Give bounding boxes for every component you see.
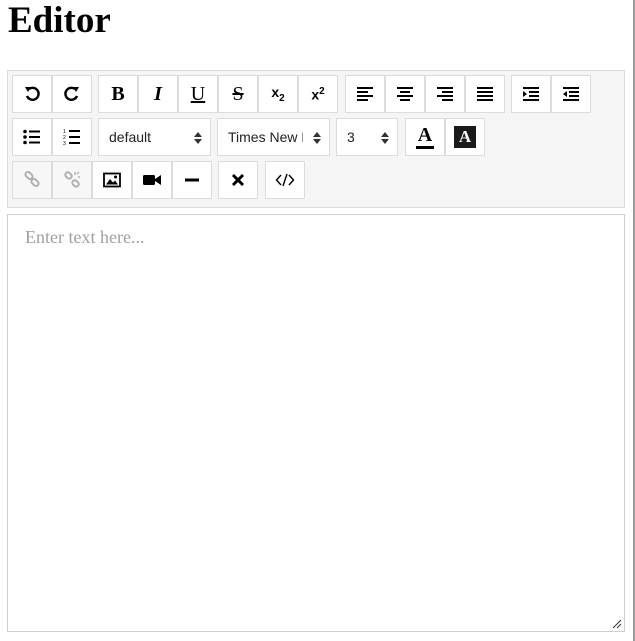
strikethrough-button[interactable]: S [218, 75, 258, 113]
align-left-icon [357, 87, 373, 101]
align-center-button[interactable] [385, 75, 425, 113]
justify-button[interactable] [465, 75, 505, 113]
format-select[interactable]: default [98, 118, 211, 156]
indent-icon [523, 87, 539, 101]
svg-text:3: 3 [63, 141, 66, 146]
image-button[interactable] [92, 161, 132, 199]
size-select[interactable]: 3 [336, 118, 398, 156]
underline-button[interactable]: U [178, 75, 218, 113]
italic-label: I [154, 83, 162, 105]
editor-toolbar: B I U S x2 x2 1 2 3 default Times New 3 … [7, 70, 625, 208]
bullet-list-button[interactable] [12, 118, 52, 156]
bold-button[interactable]: B [98, 75, 138, 113]
size-select-value: 3 [347, 129, 355, 145]
select-arrows-icon [313, 132, 321, 144]
source-code-button[interactable] [265, 161, 305, 199]
outdent-icon [563, 87, 579, 101]
horizontal-rule-icon [185, 178, 199, 182]
undo-button[interactable] [12, 75, 52, 113]
align-right-icon [437, 87, 453, 101]
align-left-button[interactable] [345, 75, 385, 113]
superscript-label: x2 [311, 85, 325, 103]
select-arrows-icon [194, 132, 202, 144]
editor-placeholder: Enter text here... [25, 227, 145, 247]
format-select-value: default [109, 129, 152, 145]
font-select[interactable]: Times New Roman [217, 118, 330, 156]
unlink-icon [64, 171, 80, 188]
select-arrows-icon [381, 132, 389, 144]
indent-button[interactable] [511, 75, 551, 113]
italic-button[interactable]: I [138, 75, 178, 113]
justify-icon [477, 87, 493, 101]
outdent-button[interactable] [551, 75, 591, 113]
bullet-list-icon [23, 129, 40, 145]
background-color-label: A [454, 126, 476, 148]
page-title: Editor [8, 0, 111, 41]
font-color-button[interactable]: A [405, 118, 445, 156]
redo-icon [64, 86, 79, 101]
font-color-label: A [415, 125, 435, 149]
redo-button[interactable] [52, 75, 92, 113]
unlink-button[interactable] [52, 161, 92, 199]
editor-content-area[interactable]: Enter text here... [7, 214, 625, 632]
numbered-list-button[interactable]: 1 2 3 [52, 118, 92, 156]
remove-format-button[interactable] [218, 161, 258, 199]
video-button[interactable] [132, 161, 172, 199]
numbered-list-icon: 1 2 3 [63, 129, 80, 146]
align-center-icon [397, 87, 413, 101]
superscript-button[interactable]: x2 [298, 75, 338, 113]
image-icon [103, 172, 121, 188]
code-icon [275, 173, 295, 187]
font-select-value: Times New Roman [228, 129, 303, 145]
align-right-button[interactable] [425, 75, 465, 113]
background-color-button[interactable]: A [445, 118, 485, 156]
underline-label: U [190, 83, 206, 105]
link-icon [24, 171, 40, 188]
subscript-button[interactable]: x2 [258, 75, 298, 113]
close-icon [231, 173, 245, 187]
strikethrough-label: S [232, 83, 244, 105]
resize-handle-icon[interactable] [612, 619, 622, 629]
link-button[interactable] [12, 161, 52, 199]
video-icon [143, 175, 161, 185]
bold-label: B [111, 83, 125, 105]
undo-icon [25, 86, 40, 101]
horizontal-rule-button[interactable] [172, 161, 212, 199]
subscript-label: x2 [271, 84, 285, 104]
